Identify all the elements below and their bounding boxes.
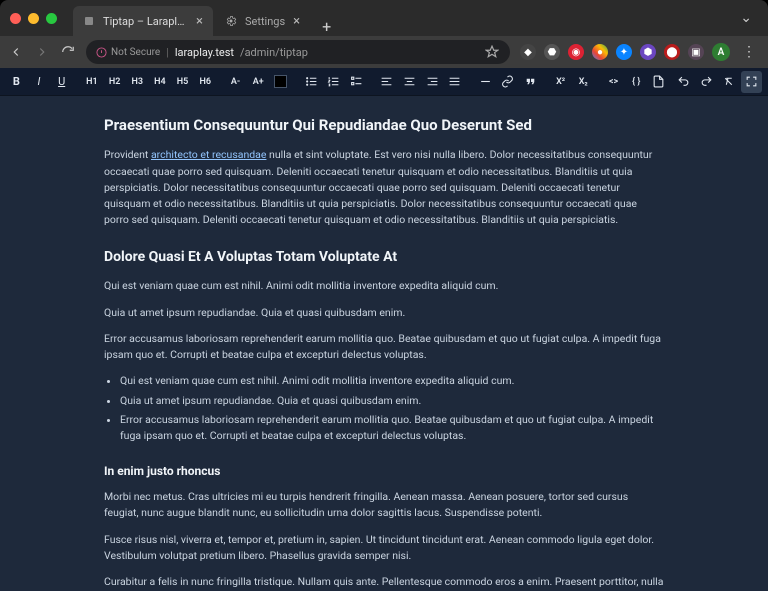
bold-button[interactable]: B <box>6 71 27 93</box>
h2-button[interactable]: H2 <box>104 71 125 93</box>
back-button[interactable] <box>8 44 24 60</box>
paragraph[interactable]: Morbi nec metus. Cras ultricies mi eu tu… <box>104 489 664 522</box>
browser-tab-active[interactable]: Tiptap – Laraplay × <box>73 6 213 36</box>
extension-icon[interactable]: ● <box>592 44 608 60</box>
url-path: /admin/tiptap <box>240 46 308 59</box>
list-item[interactable]: Error accusamus laboriosam reprehenderit… <box>120 412 664 445</box>
tab-overflow-icon[interactable]: ⌄ <box>740 10 758 26</box>
font-larger-button[interactable]: A+ <box>248 71 269 93</box>
editor-toolbar: B I U H1 H2 H3 H4 H5 H6 A- A+ X² X₂ <> {… <box>0 68 768 96</box>
tab-label: Tiptap – Laraplay <box>103 15 188 28</box>
new-tab-button[interactable]: + <box>312 17 341 36</box>
extension-icon[interactable]: ⬤ <box>664 44 680 60</box>
list-item[interactable]: Qui est veniam quae cum est nihil. Animi… <box>120 373 664 389</box>
paragraph[interactable]: Curabitur a felis in nunc fringilla tris… <box>104 574 664 591</box>
extension-icon[interactable]: ⬢ <box>640 44 656 60</box>
extension-icon[interactable]: ✦ <box>616 44 632 60</box>
security-indicator[interactable]: Not Secure <box>96 47 160 58</box>
security-label: Not Secure <box>111 47 160 58</box>
italic-button[interactable]: I <box>29 71 50 93</box>
font-smaller-button[interactable]: A- <box>225 71 246 93</box>
clear-format-button[interactable] <box>719 71 740 93</box>
reload-button[interactable] <box>60 44 76 60</box>
code-block-button[interactable]: { } <box>626 71 647 93</box>
window-titlebar: Tiptap – Laraplay × Settings × + ⌄ <box>0 0 768 36</box>
extension-icon[interactable]: ◉ <box>568 44 584 60</box>
document-button[interactable] <box>649 71 670 93</box>
close-window-button[interactable] <box>10 13 21 24</box>
tab-strip: Tiptap – Laraplay × Settings × + <box>73 0 740 36</box>
settings-favicon-icon <box>225 15 237 27</box>
editor-canvas[interactable]: Praesentium Consequuntur Qui Repudiandae… <box>0 96 768 591</box>
heading-level-3[interactable]: In enim justo rhoncus <box>104 462 664 481</box>
paragraph[interactable]: Fusce risus nisl, viverra et, tempor et,… <box>104 532 664 565</box>
heading-level-2[interactable]: Praesentium Consequuntur Qui Repudiandae… <box>104 114 664 137</box>
extension-icon[interactable]: ▣ <box>688 44 704 60</box>
ordered-list-button[interactable] <box>323 71 344 93</box>
article-content[interactable]: Praesentium Consequuntur Qui Repudiandae… <box>104 114 664 591</box>
quote-button[interactable] <box>520 71 541 93</box>
extension-icon[interactable]: ◆ <box>520 44 536 60</box>
align-center-button[interactable] <box>399 71 420 93</box>
address-bar[interactable]: Not Secure | laraplay.test/admin/tiptap <box>86 40 510 64</box>
browser-tab-inactive[interactable]: Settings × <box>215 6 310 36</box>
tab-label: Settings <box>245 15 285 28</box>
underline-button[interactable]: U <box>51 71 72 93</box>
paragraph[interactable]: Qui est veniam quae cum est nihil. Animi… <box>104 278 664 294</box>
h1-button[interactable]: H1 <box>82 71 103 93</box>
horizontal-rule-button[interactable] <box>475 71 496 93</box>
app-viewport: B I U H1 H2 H3 H4 H5 H6 A- A+ X² X₂ <> {… <box>0 68 768 591</box>
align-justify-button[interactable] <box>444 71 465 93</box>
window-controls <box>10 13 57 24</box>
align-right-button[interactable] <box>422 71 443 93</box>
list-item[interactable]: Quia ut amet ipsum repudiandae. Quia et … <box>120 393 664 409</box>
paragraph[interactable]: Provident architecto et recusandae nulla… <box>104 147 664 228</box>
fullscreen-button[interactable] <box>741 71 762 93</box>
close-tab-icon[interactable]: × <box>293 15 300 28</box>
undo-button[interactable] <box>673 71 694 93</box>
code-inline-button[interactable]: <> <box>603 71 624 93</box>
h3-button[interactable]: H3 <box>127 71 148 93</box>
h6-button[interactable]: H6 <box>195 71 216 93</box>
profile-avatar[interactable]: A <box>712 43 730 61</box>
extension-icon[interactable]: ⬣ <box>544 44 560 60</box>
minimize-window-button[interactable] <box>28 13 39 24</box>
subscript-button[interactable]: X₂ <box>573 71 594 93</box>
h5-button[interactable]: H5 <box>172 71 193 93</box>
url-host: laraplay.test <box>175 46 234 59</box>
h4-button[interactable]: H4 <box>150 71 171 93</box>
bookmark-icon[interactable] <box>484 44 500 60</box>
heading-level-2[interactable]: Dolore Quasi Et A Voluptas Totam Volupta… <box>104 247 664 269</box>
forward-button[interactable] <box>34 44 50 60</box>
redo-button[interactable] <box>696 71 717 93</box>
browser-menu-icon[interactable]: ⋮ <box>738 44 760 60</box>
inline-link[interactable]: architecto et recusandae <box>151 148 266 161</box>
link-button[interactable] <box>497 71 518 93</box>
unordered-list[interactable]: Qui est veniam quae cum est nihil. Animi… <box>120 373 664 444</box>
page-favicon-icon <box>83 15 95 27</box>
paragraph[interactable]: Quia ut amet ipsum repudiandae. Quia et … <box>104 305 664 321</box>
browser-toolbar: Not Secure | laraplay.test/admin/tiptap … <box>0 36 768 68</box>
align-left-button[interactable] <box>376 71 397 93</box>
close-tab-icon[interactable]: × <box>196 15 203 28</box>
maximize-window-button[interactable] <box>46 13 57 24</box>
font-color-button[interactable] <box>271 71 292 93</box>
paragraph[interactable]: Error accusamus laboriosam reprehenderit… <box>104 331 664 364</box>
bullet-list-button[interactable] <box>301 71 322 93</box>
checklist-button[interactable] <box>346 71 367 93</box>
superscript-button[interactable]: X² <box>550 71 571 93</box>
extensions-area: ◆ ⬣ ◉ ● ✦ ⬢ ⬤ ▣ A ⋮ <box>520 43 760 61</box>
